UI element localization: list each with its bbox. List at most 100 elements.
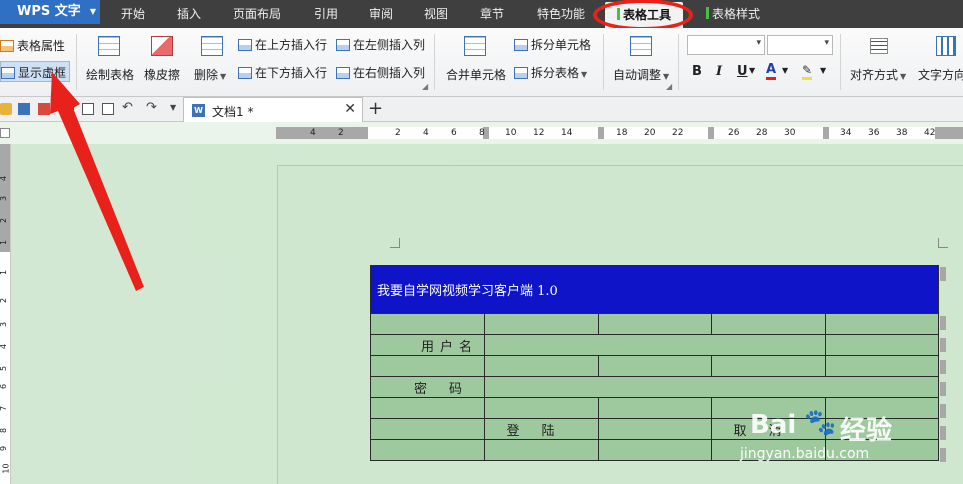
username-label-cell[interactable]: 用户名 bbox=[370, 334, 485, 356]
tab-references[interactable]: 引用 bbox=[303, 0, 349, 28]
italic-button[interactable]: I bbox=[716, 64, 722, 79]
font-size-select[interactable] bbox=[767, 35, 833, 55]
ruler-number: 7 bbox=[0, 406, 8, 411]
tab-sections[interactable]: 章节 bbox=[469, 0, 515, 28]
align-icon bbox=[870, 38, 888, 54]
insert-row-below-icon bbox=[238, 67, 252, 79]
table-properties-button[interactable]: 表格属性 bbox=[0, 37, 65, 54]
group-launcher-icon[interactable]: ◢ bbox=[422, 82, 428, 91]
table-cell[interactable] bbox=[711, 313, 826, 335]
vertical-ruler[interactable]: 4 3 2 1 1 2 3 4 5 6 7 8 9 10 bbox=[0, 144, 11, 484]
login-button-cell[interactable]: 登陆 bbox=[484, 418, 599, 440]
table-cell[interactable] bbox=[484, 439, 599, 461]
document-tab-bar: ↶ ↷ ▼ W 文档1 * ✕ + bbox=[0, 97, 963, 122]
table-cell[interactable] bbox=[598, 313, 712, 335]
table-cell[interactable] bbox=[370, 355, 485, 377]
align-button[interactable]: 对齐方式 ▼ bbox=[850, 66, 906, 83]
merge-cells-icon bbox=[464, 36, 486, 56]
auto-fit-icon bbox=[630, 36, 652, 56]
password-label-cell[interactable]: 密码 bbox=[370, 376, 485, 398]
draw-table-button[interactable]: 绘制表格 bbox=[86, 66, 134, 83]
table-cell[interactable] bbox=[598, 418, 712, 440]
redo-icon[interactable]: ↷ bbox=[146, 100, 157, 115]
insert-row-above-button[interactable]: 在上方插入行 bbox=[238, 36, 327, 53]
table-cell[interactable] bbox=[370, 418, 485, 440]
app-logo[interactable]: WPS 文字 ▼ bbox=[0, 0, 100, 24]
bold-button[interactable]: B bbox=[692, 64, 702, 79]
tab-table-styles[interactable]: 表格样式 bbox=[697, 0, 769, 28]
table-header-cell[interactable]: 我要自学网视频学习客户端 1.0 bbox=[370, 265, 939, 314]
print-icon[interactable] bbox=[62, 103, 74, 115]
tab-home[interactable]: 开始 bbox=[110, 0, 156, 28]
table-cell[interactable] bbox=[598, 439, 712, 461]
highlight-icon[interactable]: ✎ bbox=[802, 63, 813, 80]
ruler-column-marker[interactable] bbox=[598, 127, 604, 139]
delete-table-icon bbox=[201, 36, 223, 56]
export-pdf-icon[interactable] bbox=[38, 103, 50, 115]
auto-fit-button[interactable]: 自动调整 ▼ bbox=[613, 66, 669, 83]
font-family-select[interactable] bbox=[687, 35, 765, 55]
table-cell[interactable] bbox=[598, 355, 712, 377]
table-cell[interactable] bbox=[711, 355, 826, 377]
split-cells-button[interactable]: 拆分单元格 bbox=[514, 36, 591, 53]
split-table-button[interactable]: 拆分表格 ▼ bbox=[514, 64, 587, 81]
show-gridlines-label: 显示虚框 bbox=[18, 66, 67, 80]
table-cell[interactable] bbox=[370, 313, 485, 335]
close-icon[interactable]: ✕ bbox=[344, 101, 356, 117]
highlight-dropdown-icon[interactable]: ▼ bbox=[820, 66, 826, 75]
tab-view[interactable]: 视图 bbox=[413, 0, 459, 28]
ruler-number: 26 bbox=[728, 128, 740, 138]
table-cell[interactable] bbox=[370, 439, 485, 461]
tab-features[interactable]: 特色功能 bbox=[525, 0, 597, 28]
new-tab-icon[interactable]: + bbox=[368, 98, 383, 119]
tab-insert[interactable]: 插入 bbox=[166, 0, 212, 28]
horizontal-ruler[interactable]: 4 2 2 4 6 8 10 12 14 18 20 22 26 28 30 34 36 38 42 bbox=[0, 122, 963, 144]
table-cell[interactable] bbox=[484, 355, 599, 377]
insert-column-left-button[interactable]: 在左侧插入列 bbox=[336, 36, 425, 53]
ruler-number: 8 bbox=[479, 128, 485, 138]
ruler-number: 22 bbox=[672, 128, 684, 138]
insert-row-below-button[interactable]: 在下方插入行 bbox=[238, 64, 327, 81]
show-gridlines-button[interactable]: 显示虚框 bbox=[0, 61, 71, 82]
eraser-button[interactable]: 橡皮擦 bbox=[144, 66, 180, 83]
table-cell[interactable] bbox=[598, 397, 712, 419]
gridlines-icon bbox=[1, 67, 15, 79]
quick-access-dropdown-icon[interactable]: ▼ bbox=[170, 103, 176, 112]
table-cell[interactable] bbox=[825, 313, 939, 335]
table-cell[interactable] bbox=[825, 355, 939, 377]
insert-column-right-button[interactable]: 在右侧插入列 bbox=[336, 64, 425, 81]
ruler-corner-icon[interactable] bbox=[0, 128, 10, 138]
table-cell[interactable] bbox=[825, 334, 939, 356]
ruler-number: 30 bbox=[784, 128, 796, 138]
text-direction-button[interactable]: 文字方向 bbox=[918, 66, 963, 83]
undo-icon[interactable]: ↶ bbox=[122, 100, 133, 115]
merge-cells-button[interactable]: 合并单元格 bbox=[446, 66, 506, 83]
group-launcher-icon[interactable]: ◢ bbox=[666, 82, 672, 91]
ruler-number: 4 bbox=[423, 128, 429, 138]
underline-button[interactable]: U bbox=[737, 64, 748, 79]
table-cell[interactable] bbox=[484, 313, 599, 335]
table-cell[interactable] bbox=[370, 397, 485, 419]
tab-review[interactable]: 审阅 bbox=[358, 0, 404, 28]
font-color-dropdown-icon[interactable]: ▼ bbox=[782, 66, 788, 75]
tab-document[interactable]: W 文档1 * ✕ bbox=[183, 97, 363, 122]
row-end-marker bbox=[940, 382, 946, 396]
save-icon[interactable] bbox=[18, 103, 30, 115]
font-color-icon[interactable]: A bbox=[766, 63, 777, 80]
delete-button[interactable]: 删除 ▼ bbox=[194, 66, 226, 83]
table-row: 我要自学网视频学习客户端 1.0 bbox=[370, 265, 939, 314]
ruler-number: 6 bbox=[451, 128, 457, 138]
ruler-number: 1 bbox=[0, 270, 8, 275]
print-preview-icon[interactable] bbox=[82, 103, 94, 115]
ruler-column-marker[interactable] bbox=[708, 127, 714, 139]
tab-page-layout[interactable]: 页面布局 bbox=[222, 0, 292, 28]
password-input-cell[interactable] bbox=[484, 376, 939, 398]
preview-icon[interactable] bbox=[102, 103, 114, 115]
ruler-column-marker[interactable] bbox=[823, 127, 829, 139]
table-cell[interactable] bbox=[484, 397, 599, 419]
underline-dropdown-icon[interactable]: ▼ bbox=[749, 66, 755, 75]
open-folder-icon[interactable] bbox=[0, 103, 12, 115]
ruler-number: 4 bbox=[0, 344, 8, 349]
row-end-marker bbox=[940, 267, 946, 281]
username-input-cell[interactable] bbox=[484, 334, 826, 356]
